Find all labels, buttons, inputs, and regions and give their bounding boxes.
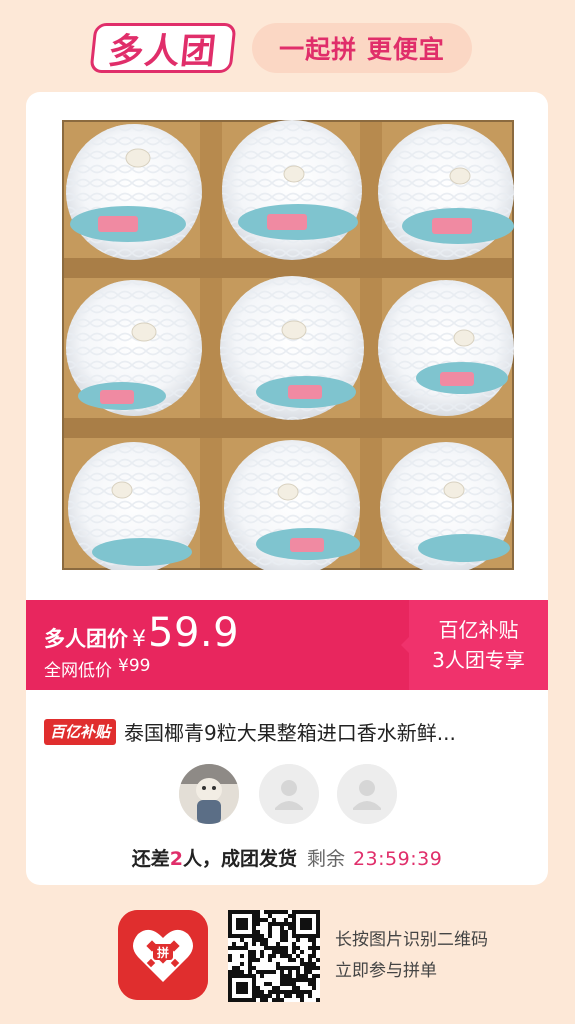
qr-code[interactable] — [228, 910, 320, 1002]
subsidy-tag: 百亿补贴 — [44, 718, 117, 745]
subsidy-title: 百亿补贴 — [438, 618, 519, 642]
subsidy-subtitle: 3人团专享 — [432, 648, 525, 672]
countdown-timer: 23:59:39 — [352, 848, 443, 870]
header: 多人团 一起拼 更便宜 — [0, 0, 575, 95]
footer-line-1: 长按图片识别二维码 — [335, 930, 488, 950]
group-status: 还差 2 人，成团发货 剩余 23:59:39 — [26, 844, 548, 871]
person-silhouette-icon — [259, 764, 319, 824]
brand-badge: 多人团 — [89, 23, 237, 73]
user-avatar-image — [179, 764, 239, 824]
currency-symbol: ¥ — [132, 627, 146, 652]
status-prefix: 还差 — [131, 848, 170, 870]
notch-arrow — [401, 637, 409, 653]
footer-line-2: 立即参与拼单 — [335, 961, 437, 981]
app-logo-graphic: 拼 — [118, 910, 208, 1000]
coconut-box-image — [60, 118, 516, 576]
remaining-time-label: 剩余 — [306, 848, 345, 870]
product-photo[interactable] — [60, 118, 516, 576]
price-info: 多人团价 ¥ 59.9 全网低价 ¥99 — [44, 610, 239, 681]
avatar — [179, 764, 239, 824]
group-price: 59.9 — [148, 610, 240, 656]
product-title[interactable]: 泰国椰青9粒大果整箱进口香水新鲜... — [124, 717, 456, 746]
person-silhouette-icon — [337, 764, 397, 824]
slogan-pill: 一起拼 更便宜 — [252, 23, 472, 73]
footer-instructions: 长按图片识别二维码 立即参与拼单 — [335, 925, 488, 987]
group-avatars — [177, 764, 399, 826]
footer: 拼 长按图片识别二维码 立即参与拼单 — [0, 898, 575, 1024]
subsidy-box: 百亿补贴 3人团专享 — [401, 600, 548, 690]
original-price-label: 全网低价 — [44, 661, 112, 681]
pinduoduo-logo-icon: 拼 — [118, 910, 208, 1000]
qr-code-graphic — [228, 910, 320, 1002]
empty-avatar-slot — [259, 764, 319, 824]
empty-avatar-slot — [337, 764, 397, 824]
share-poster: 多人团 一起拼 更便宜 多人团价 ¥ 59.9 全网低价 ¥99 百亿补贴 3人… — [0, 0, 575, 1024]
svg-text:拼: 拼 — [157, 945, 169, 960]
price-bar: 多人团价 ¥ 59.9 全网低价 ¥99 百亿补贴 3人团专享 — [26, 600, 548, 690]
product-title-row[interactable]: 百亿补贴 泰国椰青9粒大果整箱进口香水新鲜... — [44, 717, 534, 746]
status-suffix: 人，成团发货 — [182, 848, 297, 870]
product-card[interactable]: 多人团价 ¥ 59.9 全网低价 ¥99 百亿补贴 3人团专享 百亿补贴 泰国椰… — [26, 92, 548, 885]
group-price-label: 多人团价 — [44, 627, 128, 651]
remaining-count: 2 — [169, 848, 183, 870]
original-price: ¥99 — [118, 656, 151, 676]
